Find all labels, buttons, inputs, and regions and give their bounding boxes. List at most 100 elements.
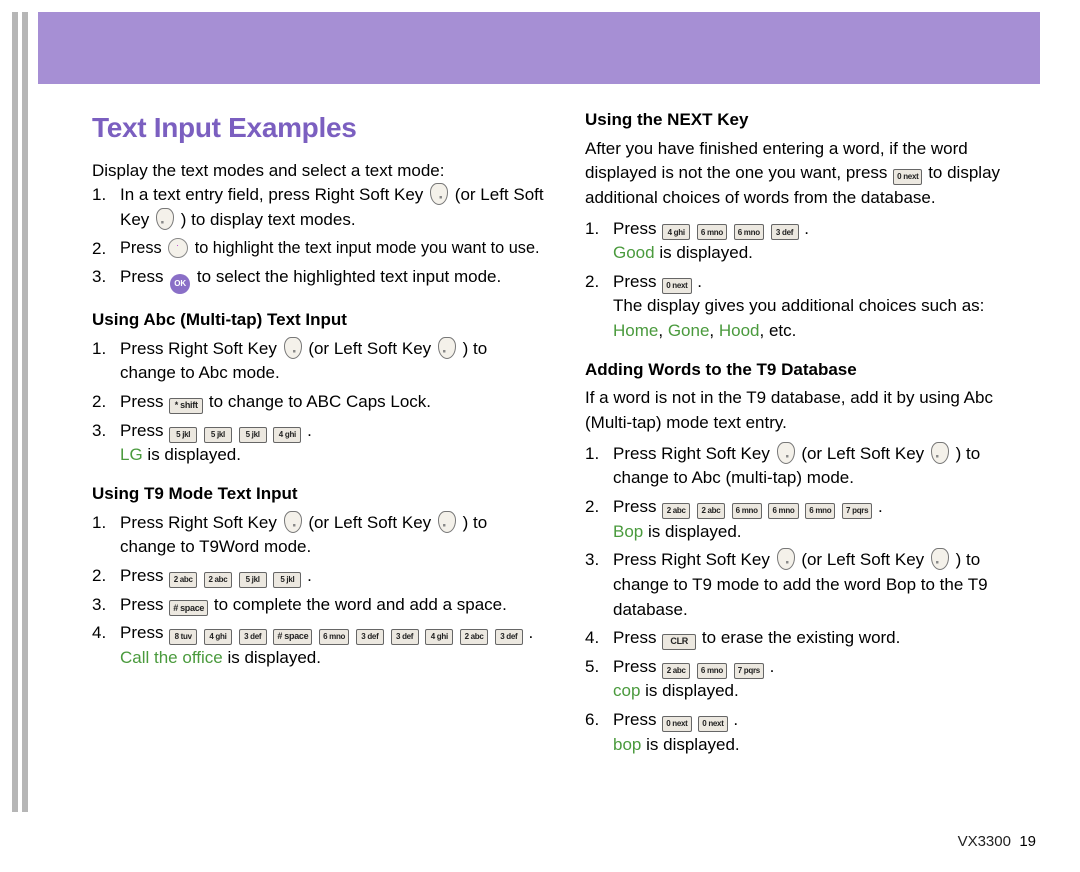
key-4: 4 ghi: [204, 629, 232, 645]
key-6: 6 mno: [697, 224, 727, 240]
text: .: [733, 710, 738, 729]
text: .: [697, 272, 702, 291]
key-4: 4 ghi: [662, 224, 690, 240]
text: is displayed.: [645, 681, 739, 700]
key-3: 3 def: [391, 629, 419, 645]
text: to select the highlighted text input mod…: [197, 267, 501, 286]
left-column: Text Input Examples Display the text mod…: [92, 108, 545, 761]
right-soft-key-icon: [777, 442, 795, 464]
key-star: * shift: [169, 398, 203, 414]
model-name: VX3300: [958, 833, 1011, 850]
key-3: 3 def: [495, 629, 523, 645]
left-soft-key-icon: [438, 337, 456, 359]
key-6: 6 mno: [732, 503, 762, 519]
text: (or Left Soft Key: [308, 513, 436, 532]
text: Press: [120, 595, 168, 614]
text: is displayed.: [646, 735, 740, 754]
text: to highlight the text input mode you wan…: [195, 239, 540, 257]
key-5: 5 jkl: [169, 427, 197, 443]
key-6: 6 mno: [697, 663, 727, 679]
add-intro: If a word is not in the T9 database, add…: [585, 386, 1038, 435]
key-0: 0 next: [662, 278, 691, 294]
next-steps: 1. Press 4 ghi 6 mno 6 mno 3 def . Good …: [585, 217, 1038, 344]
text: .: [770, 657, 775, 676]
key-clr: CLR: [662, 634, 696, 650]
text: Press: [613, 710, 661, 729]
key-3: 3 def: [239, 629, 267, 645]
page-body: Text Input Examples Display the text mod…: [92, 108, 1038, 761]
key-5: 5 jkl: [204, 427, 232, 443]
text: Press: [120, 421, 168, 440]
text: Press Right Soft Key: [613, 550, 775, 569]
text: .: [878, 497, 883, 516]
abc-steps: 1. Press Right Soft Key (or Left Soft Ke…: [92, 337, 545, 468]
key-4: 4 ghi: [273, 427, 301, 443]
text: is displayed.: [659, 243, 753, 262]
key-hash: # space: [273, 629, 312, 645]
text: .: [529, 623, 534, 642]
key-7: 7 pqrs: [842, 503, 872, 519]
text: Press: [613, 628, 661, 647]
text: (or Left Soft Key: [308, 339, 436, 358]
key-2: 2 abc: [204, 572, 232, 588]
left-soft-key-icon: [931, 442, 949, 464]
text: The display gives you additional choices…: [613, 296, 984, 315]
subheading-add: Adding Words to the T9 Database: [585, 358, 1038, 383]
display-value: cop: [613, 681, 640, 700]
display-value: bop: [613, 735, 641, 754]
display-value: Bop: [613, 522, 643, 541]
text: In a text entry field, press Right Soft …: [120, 185, 428, 204]
text: Press: [613, 219, 661, 238]
page-number: 19: [1019, 833, 1036, 850]
subheading-abc: Using Abc (Multi-tap) Text Input: [92, 308, 545, 333]
t9-steps: 1. Press Right Soft Key (or Left Soft Ke…: [92, 511, 545, 671]
key-3: 3 def: [356, 629, 384, 645]
right-soft-key-icon: [430, 183, 448, 205]
key-3: 3 def: [771, 224, 799, 240]
page-title: Text Input Examples: [92, 108, 545, 149]
key-4: 4 ghi: [425, 629, 453, 645]
nav-key-icon: [168, 238, 188, 258]
text: to erase the existing word.: [702, 628, 900, 647]
header-banner: [38, 12, 1040, 84]
text: is displayed.: [648, 522, 742, 541]
key-2: 2 abc: [662, 503, 690, 519]
subheading-next: Using the NEXT Key: [585, 108, 1038, 133]
text: Press: [120, 392, 168, 411]
text: is displayed.: [227, 648, 321, 667]
intro-steps: 1. In a text entry field, press Right So…: [92, 183, 545, 294]
key-8: 8 tuv: [169, 629, 197, 645]
display-value: Home: [613, 321, 658, 340]
key-2: 2 abc: [460, 629, 488, 645]
key-2: 2 abc: [662, 663, 690, 679]
right-column: Using the NEXT Key After you have finish…: [585, 108, 1038, 761]
key-0: 0 next: [662, 716, 691, 732]
subheading-t9: Using T9 Mode Text Input: [92, 482, 545, 507]
text: .: [804, 219, 809, 238]
text: (or Left Soft Key: [801, 444, 929, 463]
text: Press Right Soft Key: [613, 444, 775, 463]
key-6: 6 mno: [319, 629, 349, 645]
key-5: 5 jkl: [273, 572, 301, 588]
display-value: LG: [120, 445, 143, 464]
text: Press: [120, 267, 168, 286]
next-intro: After you have finished entering a word,…: [585, 137, 1038, 211]
page-footer: VX3300 19: [958, 833, 1036, 850]
key-6: 6 mno: [734, 224, 764, 240]
text: is displayed.: [147, 445, 241, 464]
text: , etc.: [760, 321, 797, 340]
display-value: Hood: [719, 321, 760, 340]
display-value: Gone: [668, 321, 710, 340]
add-steps: 1. Press Right Soft Key (or Left Soft Ke…: [585, 442, 1038, 758]
key-0: 0 next: [698, 716, 727, 732]
text: to complete the word and add a space.: [214, 595, 507, 614]
text: Press: [613, 497, 661, 516]
key-6: 6 mno: [768, 503, 798, 519]
left-soft-key-icon: [438, 511, 456, 533]
left-soft-key-icon: [931, 548, 949, 570]
text: (or Left Soft Key: [801, 550, 929, 569]
right-soft-key-icon: [777, 548, 795, 570]
display-value: Good: [613, 243, 655, 262]
margin-stripe-2: [22, 12, 28, 812]
text: .: [307, 566, 312, 585]
